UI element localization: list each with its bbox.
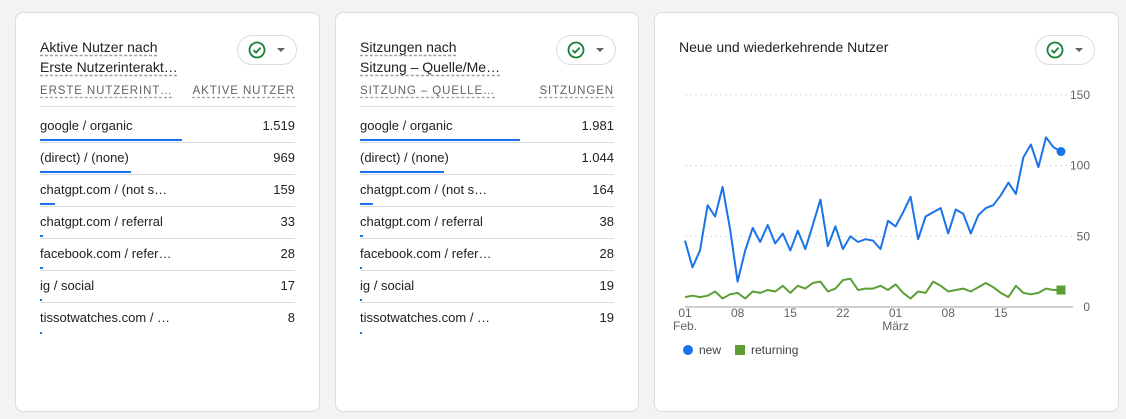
status-dropdown-button[interactable] bbox=[237, 35, 297, 65]
legend-marker-new bbox=[683, 345, 693, 355]
row-share-bar bbox=[360, 235, 364, 237]
row-label: google / organic bbox=[360, 118, 453, 133]
caret-down-icon bbox=[596, 48, 604, 52]
card-title[interactable]: Aktive Nutzer nach Erste Nutzerinterakt… bbox=[40, 37, 178, 77]
row-value: 8 bbox=[287, 310, 295, 325]
caret-down-icon bbox=[277, 48, 285, 52]
table-row[interactable]: facebook.com / refer… 28 bbox=[360, 239, 614, 271]
row-value: 159 bbox=[273, 182, 295, 197]
check-circle-icon bbox=[567, 41, 585, 59]
row-label: tissotwatches.com / … bbox=[360, 310, 491, 325]
x-tick-label: 08 bbox=[942, 306, 956, 320]
table-row[interactable]: chatgpt.com / (not s… 159 bbox=[40, 175, 295, 207]
row-share-bar bbox=[360, 332, 362, 334]
row-share-bar bbox=[40, 299, 42, 301]
card-new-returning-users: Neue und wiederkehrende Nutzer 0 50 100 150… bbox=[654, 12, 1119, 412]
row-label: google / organic bbox=[40, 118, 133, 133]
column-header-metric[interactable]: SITZUNGEN bbox=[539, 85, 614, 97]
series-end-marker-new bbox=[1056, 147, 1066, 157]
row-share-bar bbox=[40, 171, 131, 173]
table-row[interactable]: facebook.com / refer… 28 bbox=[40, 239, 295, 271]
table-row[interactable]: ig / social 19 bbox=[360, 271, 614, 303]
table-row[interactable]: (direct) / (none) 969 bbox=[40, 143, 295, 175]
y-tick-label: 100 bbox=[1070, 159, 1090, 173]
row-label: facebook.com / refer… bbox=[360, 246, 492, 261]
row-value: 17 bbox=[280, 278, 295, 293]
table-row[interactable]: chatgpt.com / (not s… 164 bbox=[360, 175, 614, 207]
line-chart: 05010015001Feb.08 15 22 01März08 15 bbox=[673, 88, 1091, 333]
row-value: 164 bbox=[592, 182, 614, 197]
row-value: 1.519 bbox=[262, 118, 295, 133]
row-label: tissotwatches.com / … bbox=[40, 310, 171, 325]
y-tick-label: 50 bbox=[1077, 229, 1091, 243]
x-tick-label: 01 bbox=[889, 306, 903, 320]
row-share-bar bbox=[40, 267, 43, 269]
row-label: chatgpt.com / (not s… bbox=[360, 182, 488, 197]
table-row[interactable]: ig / social 17 bbox=[40, 271, 295, 303]
chart-legend: new returning bbox=[683, 343, 798, 357]
row-share-bar bbox=[40, 139, 182, 141]
row-label: chatgpt.com / (not s… bbox=[40, 182, 168, 197]
legend-marker-returning bbox=[735, 345, 746, 355]
table-row[interactable]: google / organic 1.981 bbox=[360, 111, 614, 143]
column-header-metric[interactable]: AKTIVE NUTZER bbox=[193, 85, 295, 97]
row-share-bar bbox=[360, 203, 374, 205]
row-value: 1.981 bbox=[581, 118, 614, 133]
card-title[interactable]: Sitzungen nach Sitzung – Quelle/Me… bbox=[360, 37, 500, 77]
x-tick-sublabel: Feb. bbox=[673, 319, 697, 333]
legend-item-new[interactable]: new bbox=[683, 343, 721, 357]
x-tick-sublabel: März bbox=[882, 319, 909, 333]
table-row[interactable]: (direct) / (none) 1.044 bbox=[360, 143, 614, 175]
table-header: SITZUNG – QUELLE… SITZUNGEN bbox=[360, 83, 614, 107]
card-active-users: Aktive Nutzer nach Erste Nutzerinterakt…… bbox=[15, 12, 320, 412]
card-sessions: Sitzungen nach Sitzung – Quelle/Me… SITZ… bbox=[335, 12, 639, 412]
row-share-bar bbox=[40, 235, 44, 237]
row-value: 33 bbox=[280, 214, 295, 229]
row-label: chatgpt.com / referral bbox=[360, 214, 483, 229]
row-value: 28 bbox=[280, 246, 295, 261]
legend-label-returning: returning bbox=[751, 343, 799, 357]
series-line-returning bbox=[684, 277, 1061, 300]
row-value: 38 bbox=[599, 214, 614, 229]
series-line-new bbox=[684, 136, 1062, 283]
legend-label-new: new bbox=[699, 343, 722, 357]
y-tick-label: 0 bbox=[1083, 300, 1090, 314]
row-value: 19 bbox=[599, 278, 614, 293]
x-tick-label: 22 bbox=[836, 306, 850, 320]
x-tick-label: 15 bbox=[994, 306, 1008, 320]
series-end-marker-returning bbox=[1056, 285, 1066, 295]
table-row[interactable]: chatgpt.com / referral 38 bbox=[360, 207, 614, 239]
table-row[interactable]: tissotwatches.com / … 19 bbox=[360, 303, 614, 335]
row-share-bar bbox=[360, 171, 445, 173]
row-share-bar bbox=[40, 332, 42, 334]
legend-item-returning[interactable]: returning bbox=[735, 343, 798, 357]
row-share-bar bbox=[40, 203, 55, 205]
status-dropdown-button[interactable] bbox=[556, 35, 616, 65]
table-header: ERSTE NUTZERINT… AKTIVE NUTZER bbox=[40, 83, 295, 107]
row-value: 19 bbox=[599, 310, 614, 325]
x-tick-label: 08 bbox=[731, 306, 745, 320]
row-label: chatgpt.com / referral bbox=[40, 214, 163, 229]
row-share-bar bbox=[360, 299, 362, 301]
table-row[interactable]: chatgpt.com / referral 33 bbox=[40, 207, 295, 239]
check-circle-icon bbox=[248, 41, 266, 59]
row-label: facebook.com / refer… bbox=[40, 246, 172, 261]
row-label: (direct) / (none) bbox=[360, 150, 449, 165]
x-tick-label: 01 bbox=[678, 306, 692, 320]
table-row[interactable]: google / organic 1.519 bbox=[40, 111, 295, 143]
row-label: (direct) / (none) bbox=[40, 150, 129, 165]
row-value: 969 bbox=[273, 150, 295, 165]
x-tick-label: 15 bbox=[784, 306, 798, 320]
y-tick-label: 150 bbox=[1070, 88, 1090, 102]
row-label: ig / social bbox=[360, 278, 415, 293]
row-share-bar bbox=[360, 267, 363, 269]
column-header-dimension[interactable]: SITZUNG – QUELLE… bbox=[360, 85, 495, 97]
row-value: 1.044 bbox=[581, 150, 614, 165]
table-row[interactable]: tissotwatches.com / … 8 bbox=[40, 303, 295, 335]
row-share-bar bbox=[360, 139, 520, 141]
column-header-dimension[interactable]: ERSTE NUTZERINT… bbox=[40, 85, 173, 97]
row-value: 28 bbox=[599, 246, 614, 261]
row-label: ig / social bbox=[40, 278, 95, 293]
